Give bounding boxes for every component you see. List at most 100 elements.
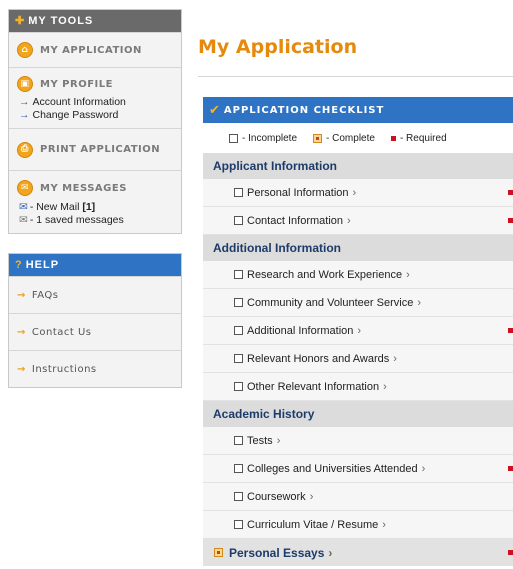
envelope-icon: ✉	[19, 201, 28, 213]
title-divider	[198, 76, 513, 77]
legend-incomplete-label: - Incomplete	[242, 132, 298, 144]
arrow-right-icon: →	[17, 363, 26, 375]
checklist-item[interactable]: Additional Information ›	[203, 317, 513, 345]
arrow-right-icon: →	[17, 289, 26, 301]
checklist-item-label: Other Relevant Information	[247, 380, 380, 393]
incomplete-box-icon	[234, 520, 243, 529]
required-marker-icon	[390, 135, 396, 141]
chevron-right-icon: ›	[383, 380, 387, 393]
personal-essays-row[interactable]: Personal Essays ›	[203, 539, 513, 566]
saved-envelope-icon: ✉	[19, 214, 28, 226]
checklist-item[interactable]: Community and Volunteer Service ›	[203, 289, 513, 317]
instructions-link[interactable]: → Instructions	[9, 350, 181, 387]
checklist-title: APPLICATION CHECKLIST	[223, 104, 385, 116]
arrow-right-icon: →	[17, 326, 26, 338]
my-messages-link[interactable]: ✉ MY MESSAGES	[17, 180, 173, 196]
personal-essays-label: Personal Essays	[229, 545, 325, 560]
my-profile-link[interactable]: ▣ MY PROFILE	[17, 76, 173, 92]
account-information-link[interactable]: → Account Information	[19, 96, 173, 109]
checklist-item-label: Coursework	[247, 490, 306, 503]
incomplete-box-icon	[234, 354, 243, 363]
legend-complete: - Complete	[313, 133, 375, 144]
checklist-legend: - Incomplete - Complete - Required	[203, 123, 513, 153]
tools-icon: ✚	[15, 15, 26, 27]
complete-box-icon	[214, 548, 223, 557]
my-application-link[interactable]: ⌂ MY APPLICATION	[9, 32, 181, 67]
home-icon: ⌂	[17, 42, 33, 58]
mail-icon: ✉	[17, 180, 33, 196]
chevron-right-icon: ›	[406, 268, 410, 281]
print-application-label: PRINT APPLICATION	[40, 144, 161, 155]
required-marker-icon	[508, 190, 513, 195]
checklist-item[interactable]: Contact Information ›	[203, 207, 513, 235]
change-password-link[interactable]: → Change Password	[19, 109, 173, 122]
incomplete-box-icon	[234, 188, 243, 197]
incomplete-box-icon	[234, 492, 243, 501]
chevron-right-icon: ›	[309, 490, 314, 503]
new-mail-link[interactable]: ✉ - New Mail [1]	[19, 201, 173, 214]
page-title: My Application	[198, 36, 358, 58]
checklist-item-label: Contact Information	[247, 214, 343, 227]
checklist-item[interactable]: Colleges and Universities Attended ›	[203, 455, 513, 483]
print-application-link[interactable]: ⎙ PRINT APPLICATION	[9, 128, 181, 170]
account-information-label: Account Information	[32, 96, 126, 108]
contact-us-label: Contact Us	[31, 326, 92, 338]
help-header: ? HELP	[9, 254, 181, 276]
chevron-right-icon: ›	[347, 214, 351, 227]
checklist-header: ✔ APPLICATION CHECKLIST	[203, 97, 513, 123]
complete-box-icon	[313, 133, 323, 143]
checklist-item[interactable]: Relevant Honors and Awards ›	[203, 345, 513, 373]
chevron-right-icon: ›	[421, 462, 426, 475]
my-messages-label: MY MESSAGES	[40, 182, 127, 194]
chevron-right-icon: ›	[276, 434, 281, 447]
profile-icon: ▣	[17, 76, 33, 92]
help-title: HELP	[25, 259, 60, 271]
checklist-item[interactable]: Coursework ›	[203, 483, 513, 511]
checklist-item[interactable]: Curriculum Vitae / Resume ›	[203, 511, 513, 539]
arrow-right-icon: →	[19, 96, 30, 108]
change-password-label: Change Password	[32, 109, 119, 121]
chevron-right-icon: ›	[393, 352, 397, 365]
checklist-item[interactable]: Tests ›	[203, 427, 513, 455]
legend-required-label: - Required	[399, 132, 447, 144]
printer-icon: ⎙	[17, 141, 33, 158]
my-profile-section: ▣ MY PROFILE → Account Information → Chang…	[9, 67, 181, 128]
my-tools-title: MY TOOLS	[28, 15, 94, 27]
incomplete-box-icon	[234, 382, 243, 391]
incomplete-box-icon	[234, 436, 243, 445]
incomplete-box-icon	[234, 464, 243, 473]
incomplete-box-icon	[229, 133, 238, 143]
checklist-item-label: Tests	[247, 434, 273, 447]
required-marker-icon	[508, 466, 513, 471]
new-mail-count: [1]	[82, 201, 96, 213]
chevron-right-icon: ›	[352, 186, 357, 199]
checklist-item-label: Curriculum Vitae / Resume	[247, 518, 379, 531]
checklist-item[interactable]: Research and Work Experience ›	[203, 261, 513, 289]
arrow-right-icon: →	[19, 109, 30, 121]
saved-messages-link[interactable]: ✉ - 1 saved messages	[19, 214, 173, 227]
section-header: Additional Information	[203, 235, 513, 261]
incomplete-box-icon	[234, 270, 243, 279]
help-box: ? HELP → FAQs → Contact Us → Instructions	[8, 253, 182, 388]
new-mail-label: - New Mail	[29, 201, 80, 213]
faqs-link[interactable]: → FAQs	[9, 276, 181, 313]
checklist-item[interactable]: Other Relevant Information ›	[203, 373, 513, 401]
required-marker-icon	[508, 550, 513, 555]
checkmark-icon: ✔	[209, 102, 221, 118]
question-icon: ?	[15, 259, 23, 271]
checklist-item-label: Community and Volunteer Service	[247, 296, 414, 309]
faqs-label: FAQs	[31, 289, 59, 301]
checklist-item-label: Personal Information	[247, 186, 349, 199]
checklist-sections: Applicant Information Personal Informatio…	[203, 153, 513, 539]
checklist-item-label: Relevant Honors and Awards	[247, 352, 390, 365]
instructions-label: Instructions	[31, 363, 97, 375]
chevron-right-icon: ›	[357, 324, 362, 337]
contact-us-link[interactable]: → Contact Us	[9, 313, 181, 350]
checklist-item[interactable]: Personal Information ›	[203, 179, 513, 207]
incomplete-box-icon	[234, 216, 243, 225]
chevron-right-icon: ›	[382, 518, 386, 531]
incomplete-box-icon	[234, 298, 243, 307]
chevron-right-icon: ›	[417, 296, 421, 309]
my-tools-box: ✚ MY TOOLS ⌂ MY APPLICATION ▣ MY PROFILE …	[8, 9, 182, 234]
legend-required: - Required	[390, 132, 447, 144]
